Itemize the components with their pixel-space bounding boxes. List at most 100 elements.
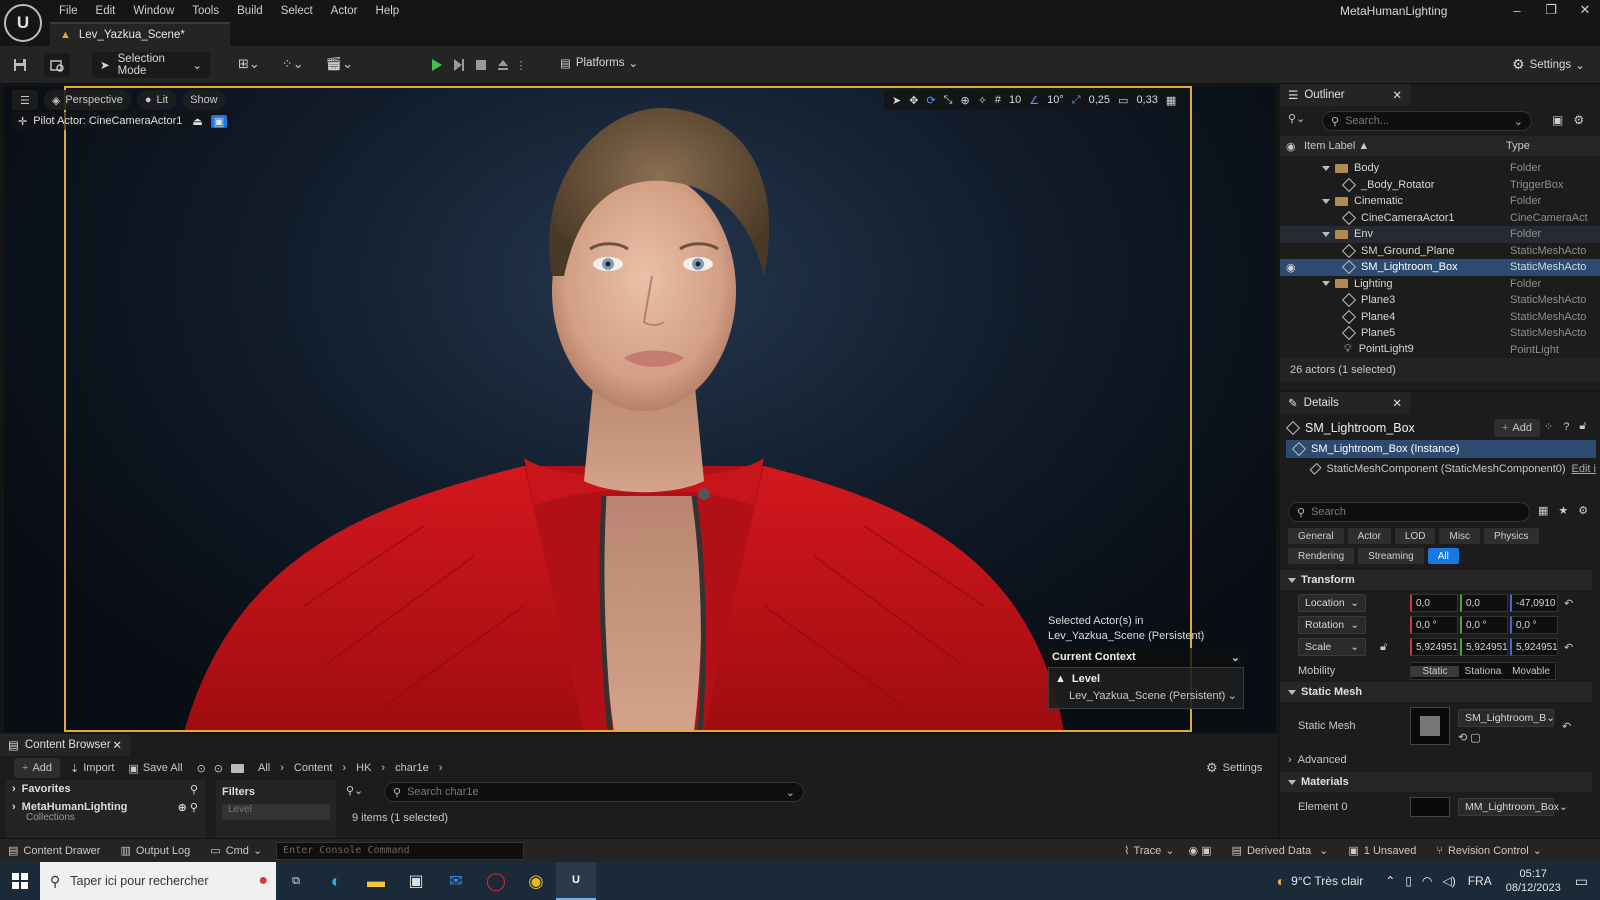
save-icon[interactable] [10, 55, 30, 75]
add-actor-icon[interactable]: ⊞⌄ [238, 56, 260, 72]
transform-category[interactable]: Transform [1280, 570, 1592, 590]
static-mesh-category[interactable]: Static Mesh [1280, 682, 1592, 702]
store-icon[interactable]: ▣ [396, 862, 436, 900]
star-icon[interactable]: ★ [1558, 504, 1568, 517]
outliner-row[interactable]: Lighting Folder [1280, 276, 1600, 293]
close-icon[interactable]: ✕ [1392, 88, 1402, 102]
maximize-icon[interactable]: ❐ [1534, 2, 1568, 18]
rotation-x-field[interactable]: 0,0 ° [1410, 616, 1458, 634]
console-input[interactable]: Enter Console Command [276, 841, 525, 860]
content-drawer-button[interactable]: ▤ Content Drawer [8, 844, 100, 858]
output-log-button[interactable]: ▥ Output Log [120, 844, 190, 858]
stop-icon[interactable] [470, 54, 492, 76]
level-viewport[interactable]: ☰ ◈ Perspective ● Lit Show ✛ Pilot Actor: … [4, 86, 1276, 732]
perspective-button[interactable]: ◈ Perspective [43, 90, 131, 110]
grid-view-icon[interactable]: ▦ [1538, 504, 1548, 517]
trace-dropdown[interactable]: ⌇ Trace ⌄ [1124, 844, 1174, 858]
filter-misc[interactable]: Misc [1439, 528, 1481, 544]
filter-lod[interactable]: LOD [1394, 528, 1436, 544]
eject-pilot-icon[interactable]: ⏏ [192, 115, 202, 128]
level-document-tab[interactable]: ▲ Lev_Yazkua_Scene* [50, 22, 230, 46]
material-thumbnail[interactable] [1410, 797, 1450, 817]
revision-control-dropdown[interactable]: ⑂ Revision Control ⌄ [1436, 844, 1542, 858]
location-dropdown[interactable]: Location ⌄ [1298, 594, 1366, 612]
mesh-thumbnail[interactable] [1410, 707, 1450, 745]
outliner-row[interactable]: Cinematic Folder [1280, 193, 1600, 210]
gear-icon[interactable]: ⚙ [1573, 113, 1584, 127]
details-tab[interactable]: ✎ Details ✕ [1280, 392, 1410, 414]
chrome-icon[interactable]: ◉ [516, 862, 556, 900]
weather-text[interactable]: 9°C Très clair [1291, 874, 1363, 888]
content-filter-button[interactable]: ⚲⌄ [346, 784, 363, 797]
language-indicator[interactable]: FRA [1468, 874, 1492, 888]
scale-y-field[interactable]: 5,924951 [1460, 638, 1508, 656]
browse-asset-icon[interactable]: ⟲ ▢ [1458, 731, 1481, 744]
edge-icon[interactable]: ◐ [316, 862, 356, 900]
rotation-dropdown[interactable]: Rotation ⌄ [1298, 616, 1366, 634]
filter-actor[interactable]: Actor [1347, 528, 1391, 544]
outliner-row[interactable]: 💡︎ PointLight9 PointLight [1280, 342, 1600, 359]
settings-button[interactable]: ⚙ Settings ⌄ [1512, 56, 1585, 73]
reset-icon[interactable]: ↶ [1564, 641, 1573, 654]
context-level-dropdown[interactable]: Lev_Yazkua_Scene (Persistent) ⌄ [1055, 688, 1237, 705]
scale-lock-icon[interactable]: 🔓︎ [1380, 641, 1410, 654]
filter-physics[interactable]: Physics [1484, 528, 1539, 544]
show-button[interactable]: Show [182, 90, 226, 110]
record-icon[interactable]: ◉ ▣ [1188, 844, 1211, 857]
reset-icon[interactable]: ↶ [1564, 597, 1573, 610]
menu-actor[interactable]: Actor [322, 5, 367, 17]
level-filter-chip[interactable]: Level [222, 804, 330, 820]
windows-start-icon[interactable] [0, 862, 40, 900]
outliner-search-input[interactable]: ⚲ Search... ⌄ [1322, 111, 1532, 131]
content-settings-button[interactable]: ⚙ Settings [1206, 760, 1262, 776]
filter-rendering[interactable]: Rendering [1288, 548, 1355, 564]
location-x-field[interactable]: 0,0 [1410, 594, 1458, 612]
content-browser-tab[interactable]: ▤ Content Browser ✕ [0, 734, 130, 756]
platforms-dropdown[interactable]: ▤ Platforms ⌄ [560, 56, 638, 70]
history-forward-icon[interactable]: ⊙ [214, 762, 223, 775]
reset-icon[interactable]: ↶ [1562, 720, 1571, 733]
world-space-icon[interactable]: ⊕ [960, 94, 969, 107]
type-column[interactable]: Type [1506, 140, 1530, 152]
rotation-z-field[interactable]: 0,0 ° [1510, 616, 1558, 634]
menu-tools[interactable]: Tools [183, 5, 228, 17]
menu-build[interactable]: Build [228, 5, 272, 17]
advanced-category[interactable]: › Advanced [1280, 750, 1592, 770]
close-icon[interactable]: ✕ [1392, 396, 1402, 410]
eject-icon[interactable] [492, 54, 514, 76]
breadcrumb-all[interactable]: All [258, 762, 270, 774]
unreal-logo[interactable]: U [4, 4, 42, 42]
move-tool-icon[interactable]: ✥ [909, 94, 918, 107]
menu-file[interactable]: File [50, 5, 87, 17]
close-icon[interactable]: ✕ [112, 738, 122, 752]
wifi-icon[interactable]: ◠ [1422, 874, 1432, 888]
surface-snap-icon[interactable]: ✧ [978, 94, 987, 107]
scale-snap-value[interactable]: 0,25 [1089, 94, 1110, 106]
favorites-section[interactable]: › Favorites ⚲ [6, 780, 206, 798]
menu-window[interactable]: Window [124, 5, 183, 17]
help-icon[interactable]: ? [1563, 421, 1569, 433]
add-collection-icon[interactable]: ⊕ ⚲ [178, 801, 198, 814]
menu-help[interactable]: Help [367, 5, 409, 17]
scale-dropdown[interactable]: Scale ⌄ [1298, 638, 1366, 656]
add-folder-icon[interactable]: ▣ [1552, 113, 1563, 127]
item-label-column[interactable]: Item Label ▲ [1304, 140, 1369, 152]
scale-tool-icon[interactable]: ⤡ [944, 94, 953, 107]
content-browse-icon[interactable] [44, 53, 70, 77]
menu-edit[interactable]: Edit [87, 5, 125, 17]
history-back-icon[interactable]: ⊙ [197, 762, 206, 775]
filter-general[interactable]: General [1288, 528, 1344, 544]
blueprint-icon[interactable]: ⁘ [1544, 420, 1553, 433]
camera-lock-icon[interactable]: ▣ [210, 114, 228, 128]
task-view-icon[interactable]: ⧉ [276, 862, 316, 900]
location-y-field[interactable]: 0,0 [1460, 594, 1508, 612]
unreal-taskbar-icon[interactable]: U [556, 862, 596, 900]
add-button[interactable]: + Add [14, 758, 61, 778]
outliner-row[interactable]: _Body_Rotator TriggerBox [1280, 177, 1600, 194]
rotation-snap-value[interactable]: 10° [1047, 94, 1064, 106]
visibility-icon[interactable]: ◉ [1286, 261, 1296, 274]
outliner-filter-button[interactable]: ⚲⌄ [1288, 112, 1305, 125]
opera-icon[interactable]: ◯ [476, 862, 516, 900]
outliner-row[interactable]: Body Folder [1280, 160, 1600, 177]
grid-snap-icon[interactable]: # [995, 94, 1001, 106]
